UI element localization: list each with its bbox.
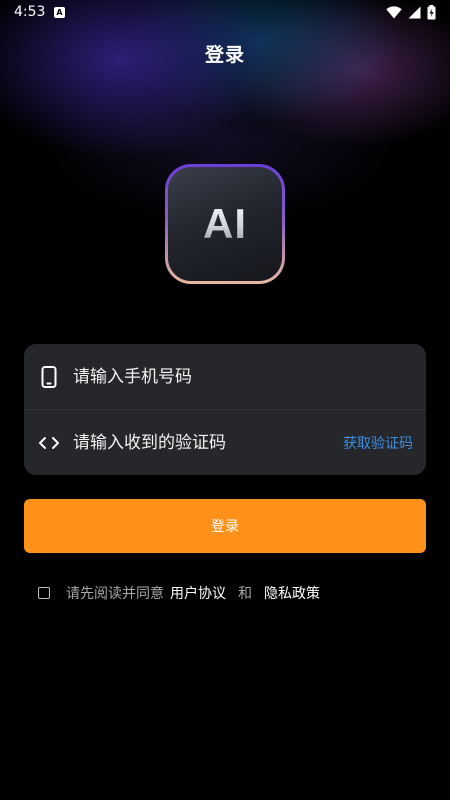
get-code-button[interactable]: 获取验证码 bbox=[343, 433, 413, 453]
app-logo-text: AI bbox=[203, 200, 247, 247]
app-logo: AI bbox=[165, 164, 285, 284]
status-time: 4:53 bbox=[14, 4, 46, 20]
login-form: 获取验证码 bbox=[24, 344, 426, 475]
app-logo-inner: AI bbox=[168, 167, 282, 281]
battery-charging-icon bbox=[427, 5, 436, 20]
login-screen: 4:53 A 登录 AI 请输入手机号码 请输入收到的验证码 获取验证码 登录 … bbox=[0, 0, 450, 800]
page-title: 登录 bbox=[204, 44, 245, 66]
agreement: 请先阅读并同意 用户协议 和 隐私政策 bbox=[38, 583, 320, 603]
verification-code-input[interactable] bbox=[73, 432, 343, 453]
notification-icon: A bbox=[54, 7, 65, 18]
privacy-policy-link[interactable]: 隐私政策 bbox=[264, 583, 320, 603]
phone-input[interactable] bbox=[73, 366, 426, 387]
agreement-checkbox[interactable] bbox=[38, 587, 50, 599]
status-bar: 4:53 A bbox=[0, 0, 450, 26]
code-row: 获取验证码 bbox=[24, 410, 426, 475]
phone-row bbox=[24, 344, 426, 409]
wifi-icon bbox=[386, 6, 402, 19]
user-agreement-link[interactable]: 用户协议 bbox=[170, 583, 226, 603]
login-button[interactable]: 登录 bbox=[24, 499, 426, 553]
status-icons bbox=[386, 5, 436, 20]
agreement-and: 和 bbox=[238, 586, 252, 602]
phone-icon bbox=[37, 365, 61, 389]
signal-icon bbox=[408, 6, 421, 19]
code-brackets-icon bbox=[37, 431, 61, 455]
agreement-prefix: 请先阅读并同意 bbox=[66, 586, 164, 602]
